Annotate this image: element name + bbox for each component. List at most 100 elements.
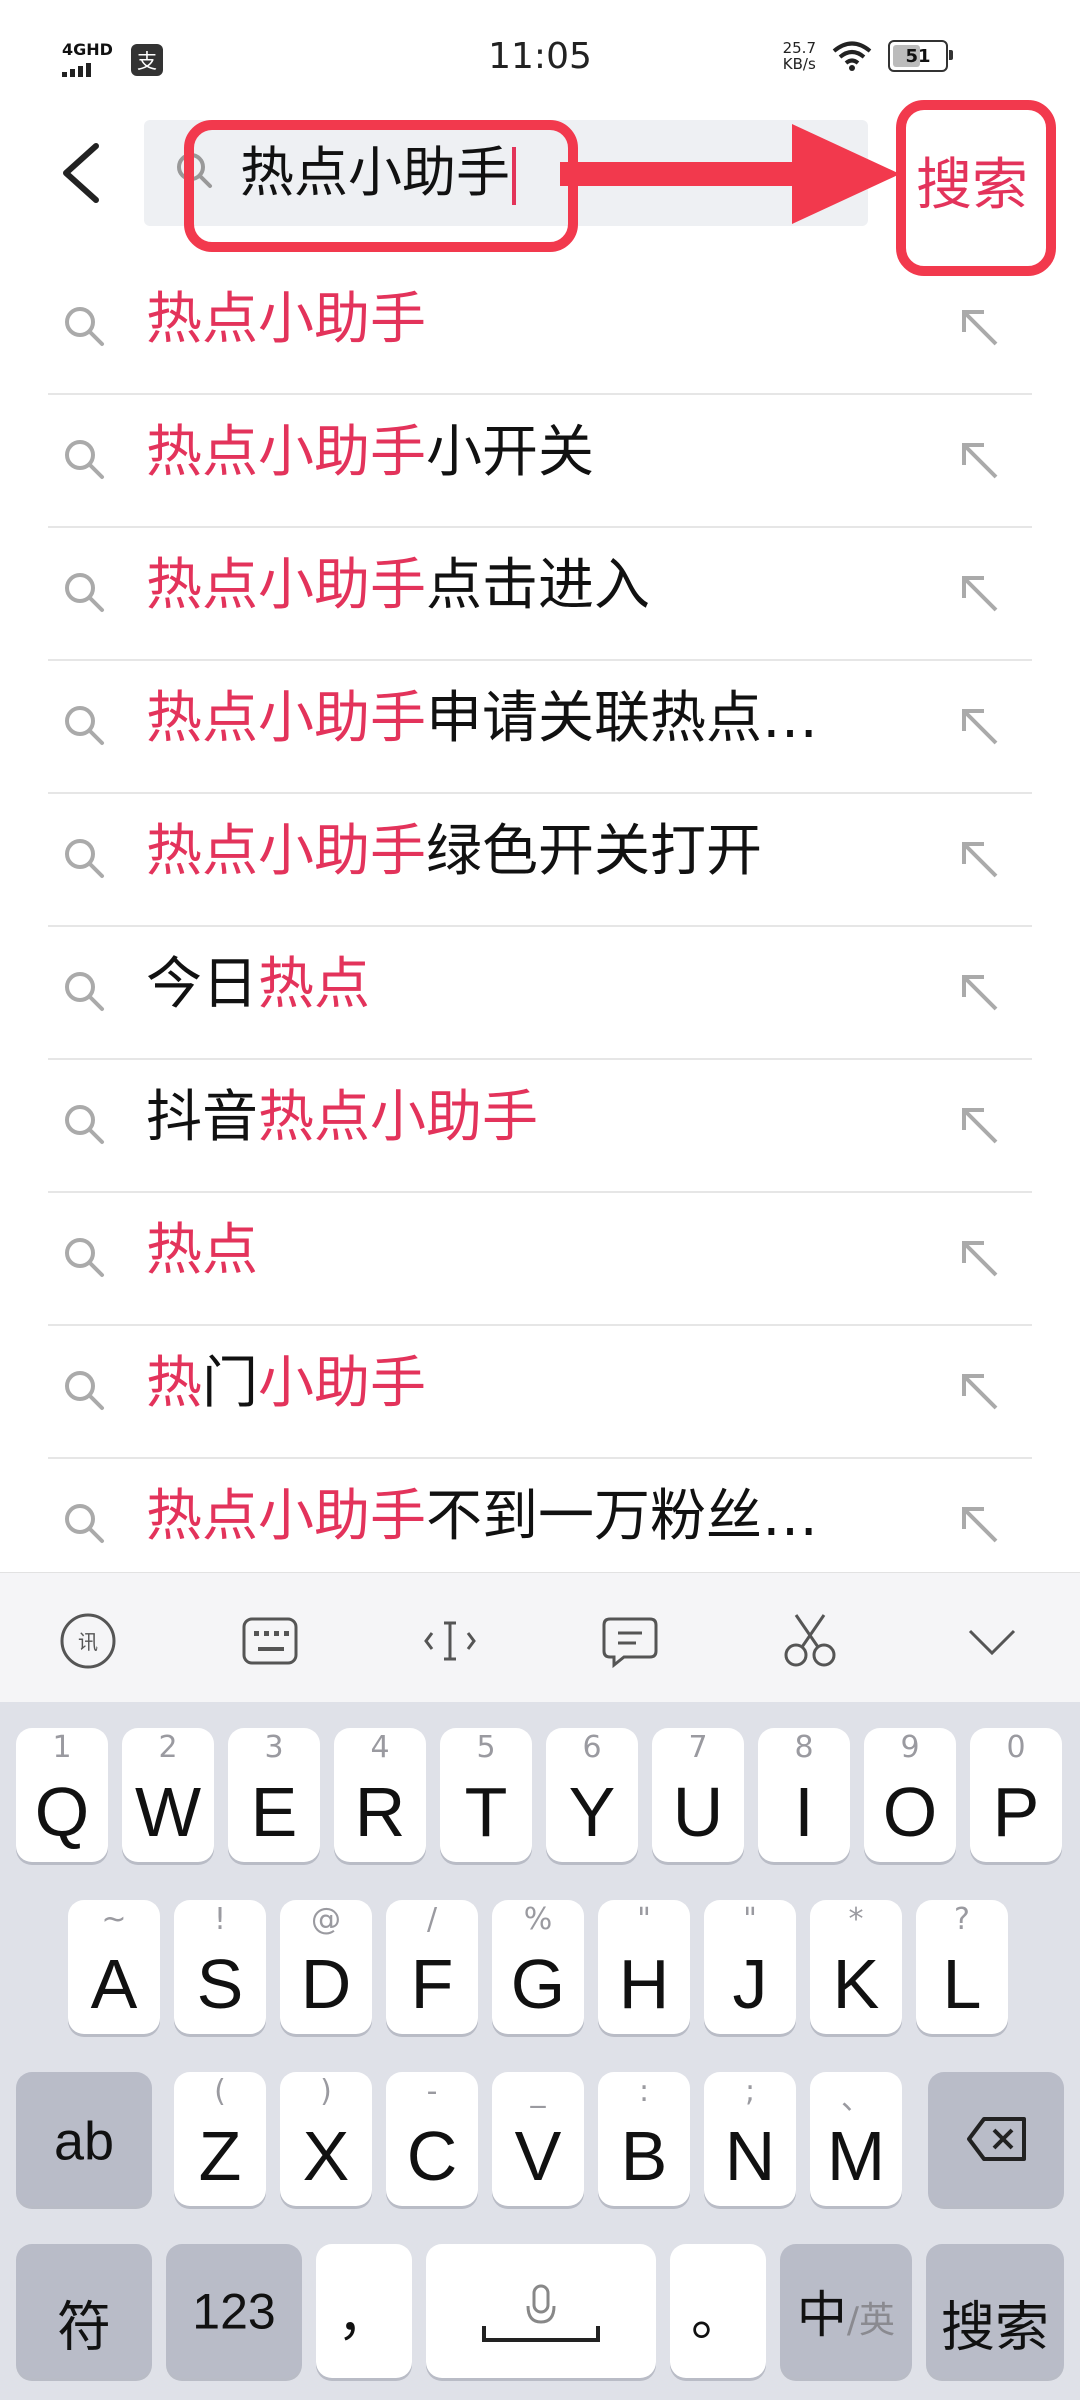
key-q[interactable]: 1Q — [16, 1728, 108, 1862]
suggestion-match: 热点小助手 — [146, 421, 426, 485]
search-icon — [65, 972, 104, 1011]
key-v-letter: V — [514, 2117, 562, 2195]
key-w[interactable]: 2W — [122, 1728, 214, 1862]
key-y[interactable]: 6Y — [546, 1728, 638, 1862]
key-x-symbol: ) — [320, 2074, 332, 2109]
suggestion-text: 热点小助手不到一万粉丝… — [146, 1485, 936, 1549]
chevron-down-icon[interactable] — [962, 1611, 1022, 1671]
key-l[interactable]: ? L — [916, 1900, 1008, 2034]
key-n-symbol: ; — [744, 2074, 756, 2109]
keyboard-switch-icon[interactable] — [240, 1611, 300, 1671]
suggestion-text: 抖音热点小助手 — [146, 1086, 936, 1150]
voice-input-icon[interactable]: 讯 — [58, 1611, 118, 1671]
suggestion-item[interactable]: 热点小助手申请关联热点… — [0, 661, 1080, 794]
fill-query-arrow-icon[interactable] — [956, 437, 1004, 485]
key-language-label: 中/英 — [780, 2275, 912, 2347]
key-p[interactable]: 0P — [970, 1728, 1062, 1862]
fill-query-arrow-icon[interactable] — [956, 703, 1004, 751]
key-t[interactable]: 5T — [440, 1728, 532, 1862]
key-z[interactable]: (Z — [174, 2072, 266, 2206]
network-speed: 25.7 KB/s — [783, 40, 816, 72]
quick-phrase-icon[interactable] — [600, 1611, 660, 1671]
suggestion-text: 热门小助手 — [146, 1352, 936, 1416]
key-symbols[interactable]: 符 — [16, 2244, 152, 2378]
fill-query-arrow-icon[interactable] — [956, 1368, 1004, 1416]
suggestion-item[interactable]: 热点 — [0, 1193, 1080, 1326]
fill-query-arrow-icon[interactable] — [956, 969, 1004, 1017]
key-a[interactable]: ~ A — [68, 1900, 160, 2034]
suggestion-match: 热点 — [258, 953, 370, 1017]
key-k-symbol: * — [848, 1902, 864, 1937]
key-s[interactable]: ! S — [174, 1900, 266, 2034]
key-r[interactable]: 4R — [334, 1728, 426, 1862]
key-v-symbol: _ — [530, 2074, 546, 2109]
key-y-symbol: 6 — [582, 1730, 602, 1765]
back-arrow-icon[interactable] — [58, 140, 104, 206]
fill-query-arrow-icon[interactable] — [956, 1501, 1004, 1549]
fill-query-arrow-icon[interactable] — [956, 1102, 1004, 1150]
suggestion-match: 热点 — [146, 1219, 258, 1283]
cursor-move-icon[interactable] — [420, 1611, 480, 1671]
suggestion-item[interactable]: 今日热点 — [0, 927, 1080, 1060]
search-icon — [65, 1105, 104, 1144]
key-ab[interactable]: ab — [16, 2072, 152, 2206]
key-f[interactable]: / F — [386, 1900, 478, 2034]
key-n-letter: N — [724, 2117, 776, 2195]
battery-icon: 51 — [888, 40, 953, 72]
key-g-letter: G — [510, 1945, 566, 2023]
fill-query-arrow-icon[interactable] — [956, 1235, 1004, 1283]
key-enter-search[interactable]: 搜索 — [926, 2244, 1064, 2378]
key-l-letter: L — [942, 1945, 982, 2023]
key-comma[interactable]: ， — [316, 2244, 412, 2378]
scissors-icon[interactable] — [780, 1611, 840, 1671]
key-k[interactable]: * K — [810, 1900, 902, 2034]
suggestion-item[interactable]: 热点小助手小开关 — [0, 395, 1080, 528]
key-space[interactable] — [426, 2244, 656, 2378]
key-e-symbol: 3 — [264, 1730, 284, 1765]
suggestion-item[interactable]: 热点小助手绿色开关打开 — [0, 794, 1080, 927]
suggestion-item[interactable]: 抖音热点小助手 — [0, 1060, 1080, 1193]
key-i[interactable]: 8I — [758, 1728, 850, 1862]
search-icon — [65, 1238, 104, 1277]
key-t-letter: T — [464, 1773, 508, 1851]
key-v[interactable]: _ V — [492, 2072, 584, 2206]
suggestion-prefix: 今日 — [146, 953, 258, 1017]
key-numbers[interactable]: 123 — [166, 2244, 302, 2378]
key-h[interactable]: " H — [598, 1900, 690, 2034]
key-b[interactable]: :B — [598, 2072, 690, 2206]
key-symbols-label: 符 — [57, 2297, 111, 2358]
backspace-icon — [967, 2117, 1026, 2161]
key-e[interactable]: 3E — [228, 1728, 320, 1862]
key-b-letter: B — [620, 2117, 668, 2195]
annotation-arrow-icon — [560, 124, 900, 224]
key-m[interactable]: 、 M — [810, 2072, 902, 2206]
key-d-letter: D — [300, 1945, 352, 2023]
search-icon — [65, 1504, 104, 1543]
key-o[interactable]: 9O — [864, 1728, 956, 1862]
key-c-letter: C — [406, 2117, 458, 2195]
suggestion-item[interactable]: 热点小助手 — [0, 262, 1080, 395]
suggestion-rest: 申请关联热点… — [426, 687, 818, 751]
key-backspace[interactable] — [928, 2072, 1064, 2206]
network-speed-value: 25.7 — [782, 39, 816, 57]
suggestion-item[interactable]: 热点小助手点击进入 — [0, 528, 1080, 661]
key-n[interactable]: ; N — [704, 2072, 796, 2206]
key-j[interactable]: " J — [704, 1900, 796, 2034]
key-c[interactable]: -C — [386, 2072, 478, 2206]
key-x[interactable]: ) X — [280, 2072, 372, 2206]
suggestion-rest: 小开关 — [426, 421, 594, 485]
suggestion-text: 热点小助手绿色开关打开 — [146, 820, 936, 884]
key-h-symbol: " — [637, 1902, 651, 1937]
fill-query-arrow-icon[interactable] — [956, 836, 1004, 884]
fill-query-arrow-icon[interactable] — [956, 570, 1004, 618]
suggestion-item[interactable]: 热门小助手 — [0, 1326, 1080, 1459]
fill-query-arrow-icon[interactable] — [956, 304, 1004, 352]
highlight-box-search-button — [896, 100, 1056, 276]
key-j-letter: J — [732, 1945, 768, 2023]
key-g[interactable]: % G — [492, 1900, 584, 2034]
search-icon — [65, 706, 104, 745]
key-d[interactable]: @ D — [280, 1900, 372, 2034]
key-language[interactable]: 中/英 — [780, 2244, 912, 2378]
key-u[interactable]: 7U — [652, 1728, 744, 1862]
key-period[interactable]: 。 — [670, 2244, 766, 2378]
